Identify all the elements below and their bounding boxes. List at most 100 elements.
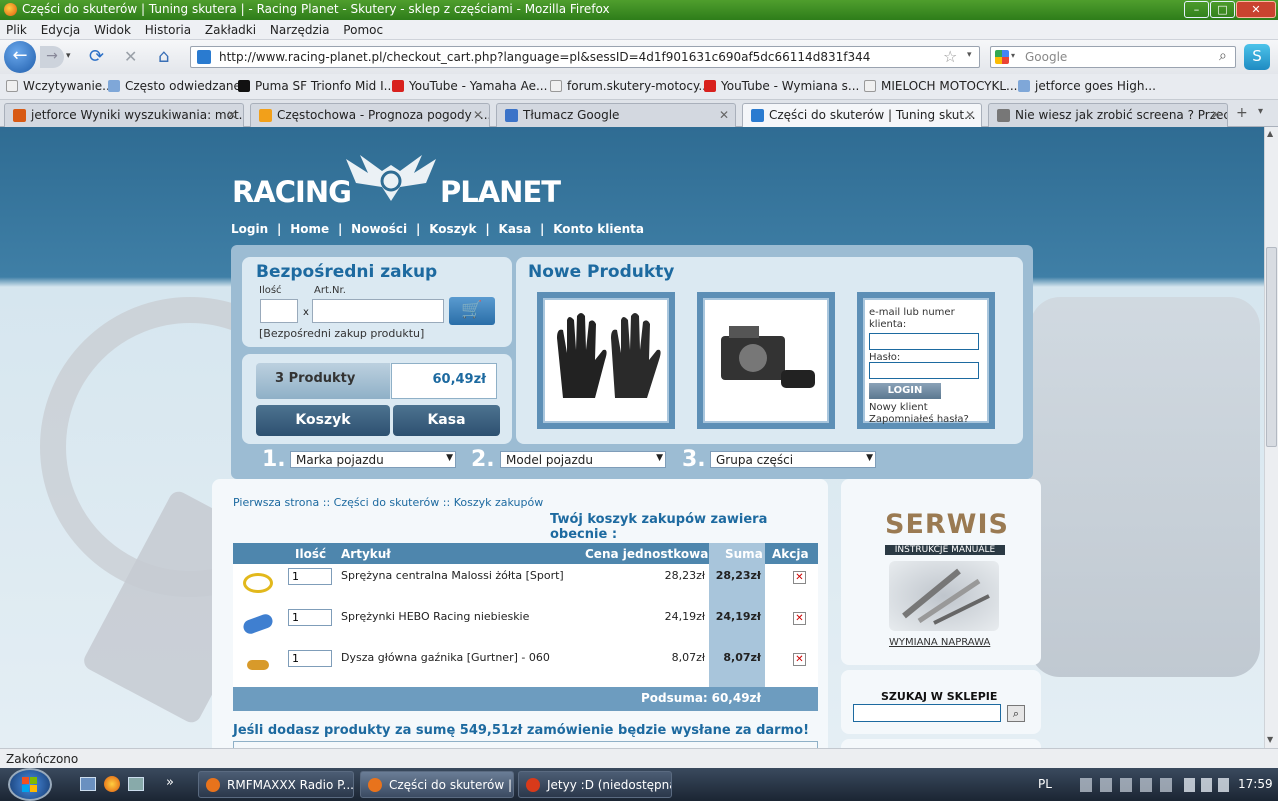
delete-row-button[interactable]: ✕ (793, 569, 806, 584)
brand-select[interactable]: Marka pojazdu ▼ (290, 451, 456, 468)
menu-history[interactable]: Historia (145, 23, 191, 37)
nav-home[interactable]: Home (290, 222, 329, 236)
checkout-button[interactable]: Kasa (393, 405, 500, 436)
bookmark-item[interactable]: Puma SF Trionfo Mid I... (238, 79, 395, 93)
skype-icon[interactable]: S (1244, 44, 1270, 70)
tab-close-icon[interactable]: ✕ (719, 108, 729, 122)
breadcrumb-current[interactable]: Koszyk zakupów (454, 496, 544, 509)
language-indicator[interactable]: PL (1038, 777, 1052, 791)
tab-jetforce[interactable]: jetforce Wyniki wyszukiwania: mot... ✕ (4, 103, 244, 127)
row-article-name[interactable]: Dysza główna gaźnika [Gurtner] - 060 (341, 651, 550, 664)
menu-edit[interactable]: Edycja (41, 23, 81, 37)
start-button[interactable] (8, 768, 52, 801)
scrollbar-thumb[interactable] (1266, 247, 1277, 447)
quicklaunch-more-icon[interactable]: » (166, 775, 174, 790)
delete-row-button[interactable]: ✕ (793, 651, 806, 666)
url-bar[interactable]: http://www.racing-planet.pl/checkout_car… (190, 46, 980, 68)
stop-icon[interactable]: ✕ (124, 47, 137, 66)
serwis-panel[interactable]: SERWIS INSTRUKCJE MANUALE WYMIANA NAPRAW… (841, 479, 1041, 665)
maximize-button[interactable]: □ (1210, 1, 1235, 18)
tab-weather[interactable]: Częstochowa - Prognoza pogody -... ✕ (250, 103, 490, 127)
taskbar-item-browser[interactable]: Części do skuterów |... (360, 771, 514, 798)
row-qty-input[interactable]: 1 (288, 568, 332, 585)
close-window-button[interactable]: ✕ (1236, 1, 1276, 18)
tab-close-icon[interactable]: ✕ (227, 108, 237, 122)
tab-racing-planet[interactable]: Części do skuterów | Tuning skut... ✕ (742, 103, 982, 127)
scroll-up-icon[interactable]: ▲ (1267, 129, 1273, 138)
system-tray-icons[interactable] (1184, 778, 1234, 792)
article-number-input[interactable] (312, 299, 444, 323)
menu-file[interactable]: Plik (6, 23, 27, 37)
reload-icon[interactable]: ⟳ (89, 46, 104, 67)
bookmark-item[interactable]: forum.skutery-motocy... (550, 79, 710, 93)
bookmark-item[interactable]: jetforce goes High... (1018, 79, 1156, 93)
bookmark-star-icon[interactable]: ☆ (943, 47, 957, 66)
forward-button[interactable]: → (40, 46, 64, 68)
cart-button[interactable]: Koszyk (256, 405, 390, 436)
taskbar-item-radio[interactable]: RMFMAXXX Radio P... (198, 771, 354, 798)
bookmark-item[interactable]: Wczytywanie... (6, 79, 114, 93)
url-dropdown-icon[interactable]: ▾ (967, 50, 972, 60)
row-article-name[interactable]: Sprężynki HEBO Racing niebieskie (341, 610, 529, 623)
forgot-password-link[interactable]: Zapomniałeś hasła? (869, 414, 969, 425)
delete-row-button[interactable]: ✕ (793, 610, 806, 625)
serwis-link[interactable]: WYMIANA NAPRAWA (889, 637, 990, 648)
google-engine-icon[interactable] (995, 50, 1009, 64)
add-to-cart-button[interactable]: 🛒 (449, 297, 495, 325)
tab-close-icon[interactable]: ✕ (965, 108, 975, 122)
nav-cart[interactable]: Koszyk (429, 222, 476, 236)
show-desktop-icon[interactable] (80, 777, 96, 791)
direct-purchase-link[interactable]: [Bezpośredni zakup produktu] (259, 327, 424, 340)
engine-dropdown-icon[interactable]: ▾ (1011, 51, 1015, 60)
bookmark-item[interactable]: Często odwiedzane (108, 79, 241, 93)
shop-search-input[interactable] (853, 704, 1001, 722)
minimize-button[interactable]: – (1184, 1, 1209, 18)
search-magnifier-icon[interactable]: ⌕ (1219, 48, 1227, 64)
home-icon[interactable]: ⌂ (158, 46, 169, 67)
switch-windows-icon[interactable] (128, 777, 144, 791)
product-image-carburetor[interactable] (697, 292, 835, 429)
back-button[interactable]: ← (4, 41, 36, 73)
login-button[interactable]: LOGIN (869, 383, 941, 399)
jet-product-icon[interactable] (247, 660, 269, 670)
row-qty-input[interactable]: 1 (288, 609, 332, 626)
tab-close-icon[interactable]: ✕ (473, 108, 483, 122)
row-article-name[interactable]: Sprężyna centralna Malossi żółta [Sport] (341, 569, 564, 582)
spring-product-icon[interactable] (241, 612, 275, 636)
bookmark-item[interactable]: YouTube - Wymiana s... (704, 79, 859, 93)
tab-close-icon[interactable]: ✕ (1211, 108, 1221, 122)
history-dropdown-icon[interactable]: ▾ (66, 51, 71, 61)
new-client-link[interactable]: Nowy klient (869, 402, 928, 413)
menu-view[interactable]: Widok (94, 23, 131, 37)
row-qty-input[interactable]: 1 (288, 650, 332, 667)
logo-text-right[interactable]: PLANET (440, 175, 561, 209)
new-tab-button[interactable]: + (1236, 105, 1248, 121)
quantity-input[interactable] (260, 299, 298, 323)
spring-product-icon[interactable] (243, 573, 273, 593)
nav-account[interactable]: Konto klienta (553, 222, 644, 236)
clock[interactable]: 17:59 (1238, 777, 1273, 791)
product-image-gloves[interactable] (537, 292, 675, 429)
menu-tools[interactable]: Narzędzia (270, 23, 330, 37)
nav-checkout[interactable]: Kasa (499, 222, 532, 236)
breadcrumb-home[interactable]: Pierwsza strona (233, 496, 319, 509)
login-email-input[interactable] (869, 333, 979, 350)
breadcrumb-category[interactable]: Części do skuterów (334, 496, 440, 509)
nav-new[interactable]: Nowości (351, 222, 407, 236)
search-bar[interactable]: ▾ Google ⌕ (990, 46, 1236, 68)
logo-emblem-icon[interactable] (338, 151, 444, 207)
nav-login[interactable]: Login (231, 222, 268, 236)
logo-text-left[interactable]: RACING (232, 175, 352, 209)
login-password-input[interactable] (869, 362, 979, 379)
scroll-down-icon[interactable]: ▼ (1267, 735, 1273, 744)
vertical-scrollbar[interactable]: ▲ ▼ (1264, 127, 1278, 748)
bookmark-item[interactable]: MIELOCH MOTOCYKL... (864, 79, 1017, 93)
model-select[interactable]: Model pojazdu ▼ (500, 451, 666, 468)
tray-icons[interactable] (1080, 778, 1172, 792)
bookmark-item[interactable]: YouTube - Yamaha Ae... (392, 79, 547, 93)
menu-help[interactable]: Pomoc (343, 23, 383, 37)
tab-screen-forum[interactable]: Nie wiesz jak zrobić screena ? Przec... ✕ (988, 103, 1228, 127)
menu-bookmarks[interactable]: Zakładki (205, 23, 256, 37)
shop-search-button[interactable]: ⌕ (1007, 705, 1025, 722)
taskbar-item-chat[interactable]: Jetyy :D (niedostępna) (518, 771, 672, 798)
